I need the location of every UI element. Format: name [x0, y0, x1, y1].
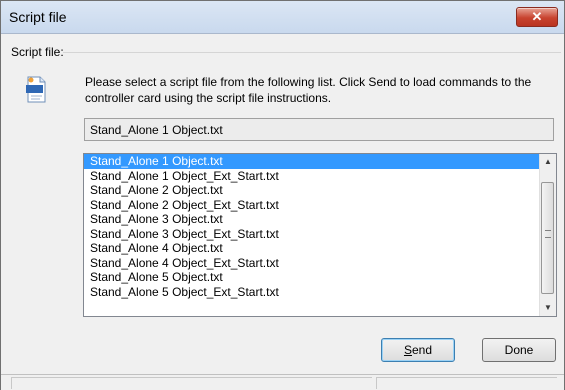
- group-divider: [63, 52, 561, 53]
- send-button-mnemonic: S: [403, 343, 412, 357]
- list-item[interactable]: Stand_Alone 1 Object.txt: [84, 154, 541, 169]
- close-button[interactable]: ✕: [516, 7, 558, 27]
- vertical-scrollbar[interactable]: ▲ ▼: [539, 154, 556, 316]
- list-item[interactable]: Stand_Alone 4 Object_Ext_Start.txt: [84, 256, 541, 271]
- group-label: Script file:: [11, 45, 64, 59]
- window-title: Script file: [9, 9, 67, 25]
- status-pane-left: [11, 377, 372, 389]
- script-document-icon: [24, 76, 48, 104]
- list-item[interactable]: Stand_Alone 5 Object_Ext_Start.txt: [84, 285, 541, 300]
- done-button[interactable]: Done: [482, 338, 556, 362]
- scrollbar-thumb[interactable]: [541, 182, 554, 294]
- list-item[interactable]: Stand_Alone 3 Object.txt: [84, 212, 541, 227]
- send-button[interactable]: Send: [381, 338, 455, 362]
- selected-file-field: Stand_Alone 1 Object.txt: [84, 118, 554, 141]
- list-item[interactable]: Stand_Alone 4 Object.txt: [84, 241, 541, 256]
- scroll-down-arrow-icon[interactable]: ▼: [540, 300, 556, 316]
- instructions-text: Please select a script file from the fol…: [85, 75, 532, 105]
- list-items-container: Stand_Alone 1 Object.txt Stand_Alone 1 Ob…: [84, 154, 541, 316]
- close-icon: ✕: [531, 9, 543, 24]
- title-bar: Script file ✕: [1, 1, 564, 34]
- send-button-label-rest: end: [411, 343, 433, 357]
- list-item[interactable]: Stand_Alone 2 Object_Ext_Start.txt: [84, 198, 541, 213]
- list-item[interactable]: Stand_Alone 3 Object_Ext_Start.txt: [84, 227, 541, 242]
- list-item[interactable]: Stand_Alone 2 Object.txt: [84, 183, 541, 198]
- list-item[interactable]: Stand_Alone 1 Object_Ext_Start.txt: [84, 169, 541, 184]
- list-item[interactable]: Stand_Alone 5 Object.txt: [84, 270, 541, 285]
- scroll-up-arrow-icon[interactable]: ▲: [540, 154, 556, 170]
- status-bar: [1, 374, 564, 390]
- scrollbar-grip-icon: [545, 230, 551, 238]
- script-file-dialog: Script file ✕ Script file: Please select…: [0, 0, 565, 390]
- script-file-list[interactable]: Stand_Alone 1 Object.txt Stand_Alone 1 Ob…: [83, 153, 557, 317]
- status-pane-right: [376, 377, 557, 389]
